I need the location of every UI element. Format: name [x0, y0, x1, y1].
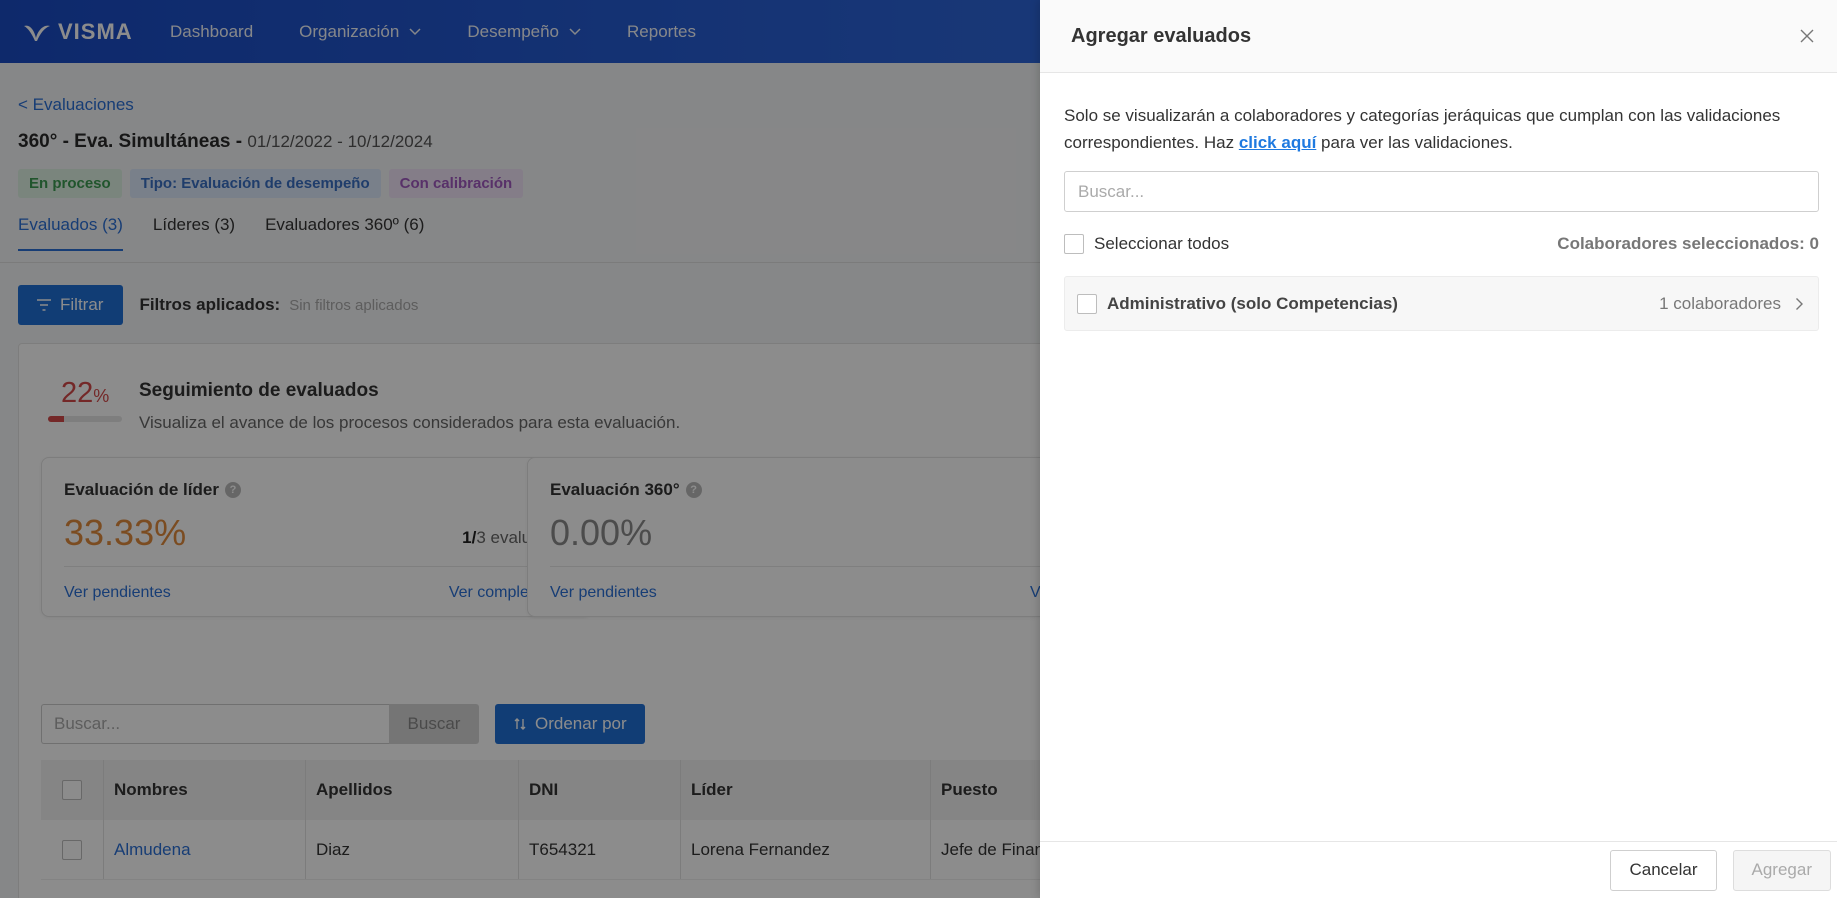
drawer-header: Agregar evaluados	[1040, 0, 1837, 73]
cancel-button[interactable]: Cancelar	[1610, 849, 1717, 891]
category-item-left: Administrativo (solo Competencias)	[1077, 293, 1398, 314]
category-item-right: 1 colaboradores	[1659, 294, 1804, 314]
close-icon	[1800, 29, 1814, 43]
category-checkbox[interactable]	[1077, 293, 1097, 314]
category-count: 1 colaboradores	[1659, 293, 1781, 313]
select-all[interactable]: Seleccionar todos	[1064, 234, 1229, 254]
validations-link[interactable]: click aquí	[1239, 133, 1316, 152]
drawer-footer: Cancelar Agregar	[1040, 841, 1837, 898]
select-all-checkbox[interactable]	[1064, 234, 1084, 254]
add-evaluados-drawer: Agregar evaluados Solo se visualizarán a…	[1040, 0, 1837, 898]
add-button[interactable]: Agregar	[1732, 849, 1831, 891]
drawer-search-input[interactable]: Buscar...	[1064, 171, 1819, 212]
category-label: Administrativo (solo Competencias)	[1107, 293, 1398, 313]
drawer-body: Solo se visualizarán a colaboradores y c…	[1040, 73, 1837, 331]
drawer-title: Agregar evaluados	[1071, 24, 1252, 47]
chevron-right-icon[interactable]	[1795, 297, 1804, 311]
select-row: Seleccionar todos Colaboradores seleccio…	[1064, 234, 1819, 254]
desc-text-after: para ver las validaciones.	[1316, 133, 1513, 152]
category-item[interactable]: Administrativo (solo Competencias) 1 col…	[1064, 276, 1819, 331]
selected-count: Colaboradores seleccionados: 0	[1557, 234, 1819, 253]
close-button[interactable]	[1793, 22, 1821, 50]
select-all-label: Seleccionar todos	[1094, 234, 1230, 253]
drawer-description: Solo se visualizarán a colaboradores y c…	[1064, 102, 1819, 156]
